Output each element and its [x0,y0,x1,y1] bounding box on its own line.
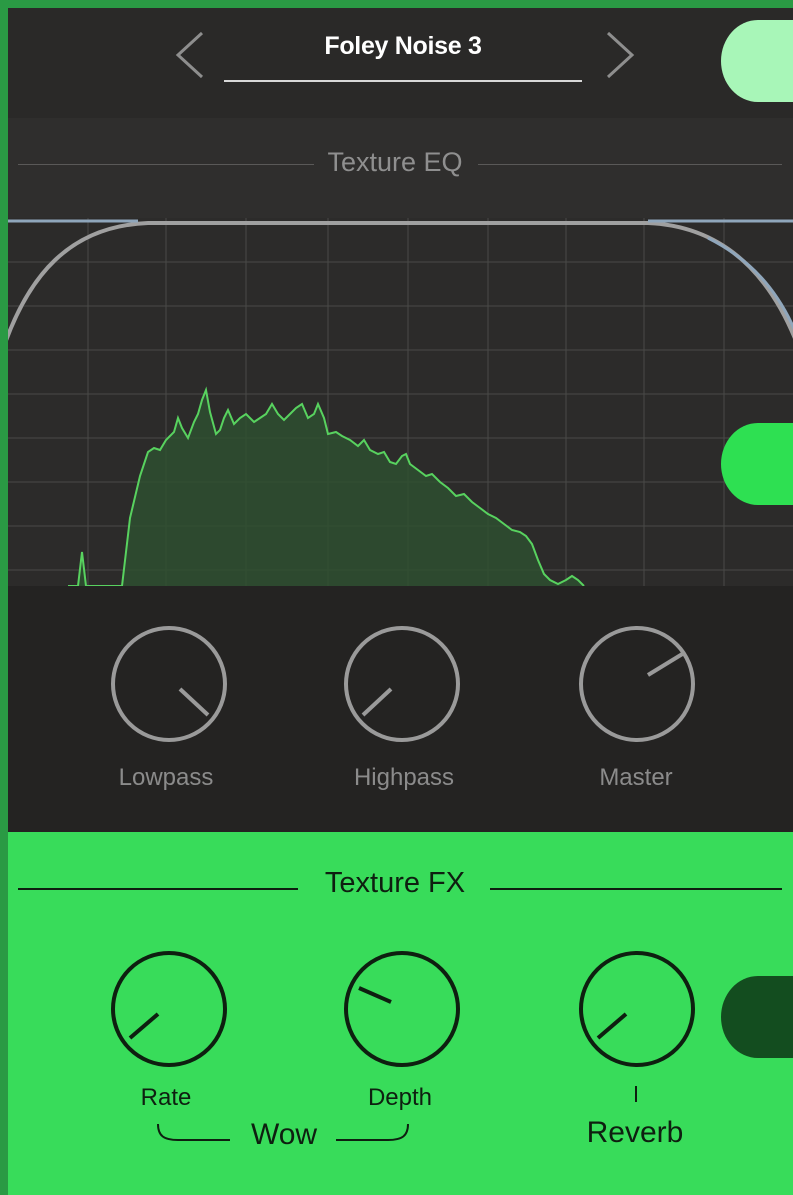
texture-fx-title: Texture FX [324,867,466,899]
depth-label: Depth [367,1084,433,1111]
reverb-tick [635,1086,637,1102]
chevron-right-icon[interactable] [602,27,638,83]
highpass-label: Highpass [353,764,455,791]
eq-title-rule-left [18,164,314,165]
reverb-label: Reverb [586,1116,684,1149]
top-indicator[interactable] [721,20,793,102]
fx-indicator[interactable] [721,976,793,1058]
fx-title-rule-right [490,888,782,890]
highpass-knob[interactable] [343,625,461,743]
rate-knob[interactable] [110,950,228,1068]
texture-eq-title: Texture EQ [327,147,463,177]
preset-name[interactable]: Foley Noise 3 [225,32,581,61]
reverb-knob[interactable] [578,950,696,1068]
wow-group-label: Wow [250,1118,318,1151]
preset-underline [224,80,582,82]
master-label: Master [599,764,673,791]
lowpass-knob[interactable] [110,625,228,743]
eq-title-rule-right [478,164,782,165]
eq-graph-svg [8,218,793,586]
spectrum-fill [68,390,584,586]
rate-label: Rate [140,1084,192,1111]
chevron-left-icon[interactable] [172,27,208,83]
fx-title-rule-left [18,888,298,890]
filter-curve[interactable] [8,221,793,346]
depth-knob[interactable] [343,950,461,1068]
mid-indicator[interactable] [721,423,793,505]
lowpass-label: Lowpass [118,764,214,791]
master-knob[interactable] [578,625,696,743]
filter-curve-highlight-right [648,219,793,331]
eq-graph[interactable] [8,218,793,586]
preset-header [8,8,793,118]
